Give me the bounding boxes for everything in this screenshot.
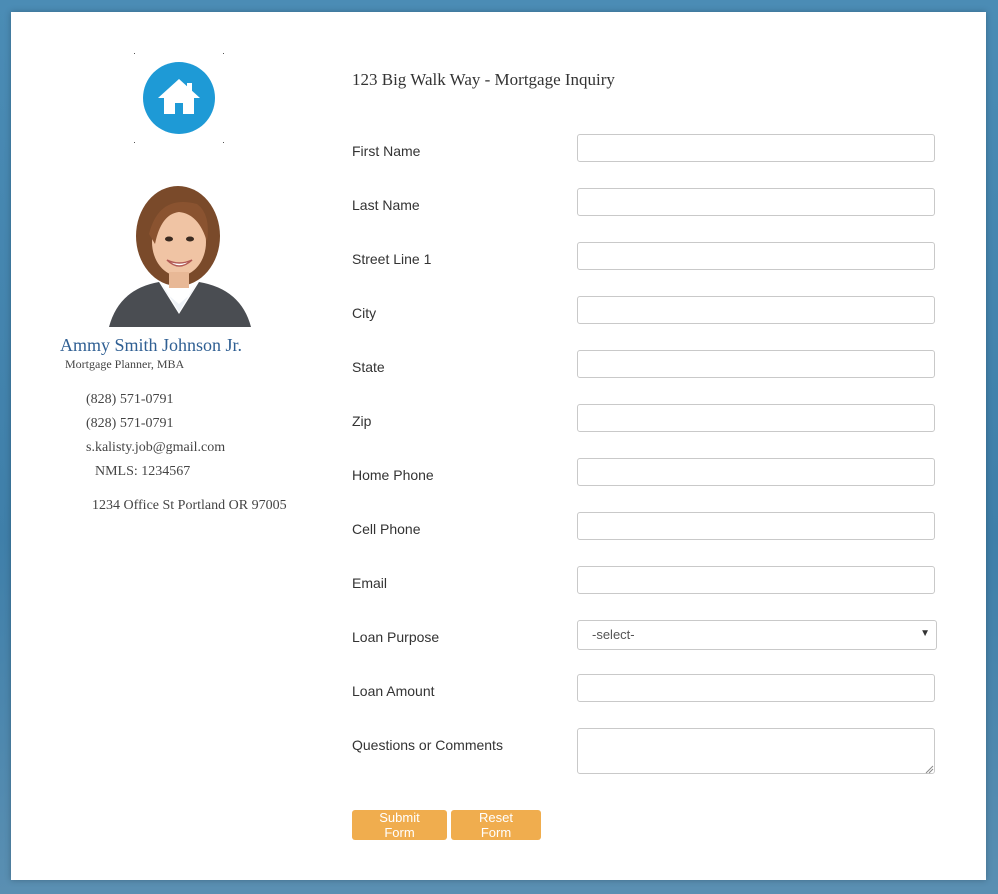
submit-button[interactable]: Submit Form (352, 810, 447, 840)
last-name-label: Last Name (352, 197, 420, 213)
agent-phone-2: (828) 571-0791 (86, 416, 174, 431)
agent-address: 1234 Office St Portland OR 97005 (92, 498, 287, 513)
street-input[interactable] (577, 242, 935, 270)
street-label: Street Line 1 (352, 251, 432, 267)
loan-amount-input[interactable] (577, 674, 935, 702)
form-title: 123 Big Walk Way - Mortgage Inquiry (352, 70, 615, 89)
email-label: Email (352, 575, 388, 591)
dropdown-arrow-icon: ▼ (920, 628, 930, 639)
zip-input[interactable] (577, 404, 935, 432)
house-icon (158, 79, 200, 114)
reset-button[interactable]: Reset Form (451, 810, 541, 840)
first-name-label: First Name (352, 143, 421, 159)
logo (134, 53, 224, 143)
agent-title: Mortgage Planner, MBA (65, 357, 185, 371)
agent-phone-1: (828) 571-0791 (86, 392, 174, 407)
zip-label: Zip (352, 413, 372, 429)
loan-purpose-select[interactable]: -select- ▼ (577, 620, 937, 650)
home-phone-label: Home Phone (352, 467, 434, 483)
home-phone-input[interactable] (577, 458, 935, 486)
resize-grip-icon[interactable] (924, 764, 934, 774)
city-input[interactable] (577, 296, 935, 324)
comments-label: Questions or Comments (352, 737, 503, 753)
city-label: City (352, 305, 377, 321)
agent-photo (99, 184, 261, 327)
last-name-input[interactable] (577, 188, 935, 216)
email-input[interactable] (577, 566, 935, 594)
state-input[interactable] (577, 350, 935, 378)
cell-phone-input[interactable] (577, 512, 935, 540)
first-name-input[interactable] (577, 134, 935, 162)
loan-purpose-label: Loan Purpose (352, 629, 440, 645)
inquiry-card: Ammy Smith Johnson Jr. Mortgage Planner,… (11, 12, 986, 880)
loan-purpose-selected: -select- (592, 627, 635, 642)
agent-name: Ammy Smith Johnson Jr. (60, 335, 243, 355)
state-label: State (352, 359, 385, 375)
agent-email: s.kalisty.job@gmail.com (86, 440, 226, 455)
logo-circle (143, 62, 215, 134)
cell-phone-label: Cell Phone (352, 521, 421, 537)
comments-textarea[interactable] (577, 728, 935, 774)
agent-nmls: NMLS: 1234567 (95, 464, 191, 479)
loan-amount-label: Loan Amount (352, 683, 435, 699)
